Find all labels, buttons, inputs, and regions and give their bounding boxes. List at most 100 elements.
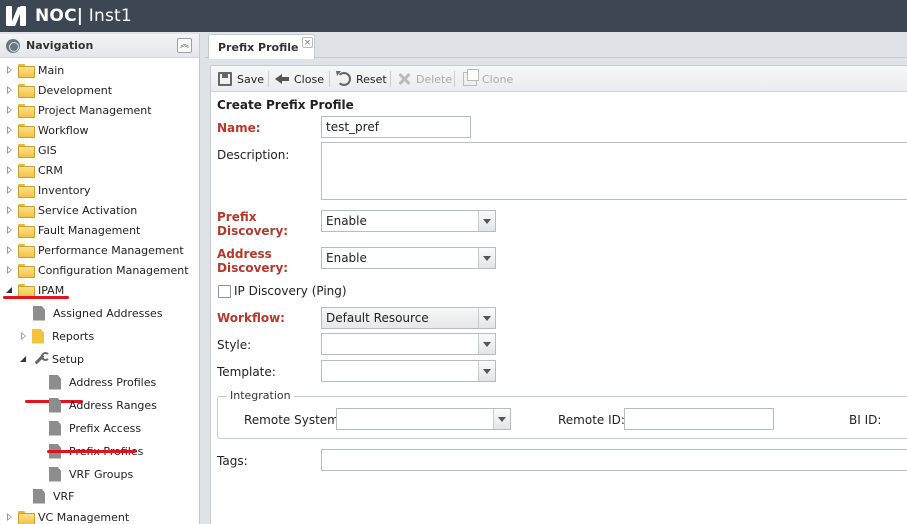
collapse-icon[interactable] [6, 286, 14, 294]
description-textarea[interactable] [321, 142, 907, 200]
nav-item-project-management[interactable]: Project Management [6, 100, 152, 120]
navigation-panel: Navigation ︽ Main Development Project Ma… [0, 34, 200, 524]
close-label: Close [294, 72, 324, 86]
nav-item-performance-management[interactable]: Performance Management [6, 240, 184, 260]
folder-icon [18, 264, 35, 278]
collapse-navigation-button[interactable]: ︽ [177, 38, 192, 53]
remote-id-input[interactable] [624, 408, 774, 430]
nav-item-development[interactable]: Development [6, 80, 112, 100]
template-label: Template: [217, 365, 276, 379]
remote-system-select[interactable] [336, 408, 511, 430]
dropdown-arrow-icon[interactable] [478, 211, 495, 231]
expand-icon[interactable] [6, 206, 14, 214]
clone-button[interactable]: Clone [463, 69, 513, 87]
nav-item-label: Address Profiles [69, 375, 157, 389]
folder-icon [18, 104, 35, 118]
prefix-discovery-label-line1: Prefix [217, 210, 257, 224]
integration-legend: Integration [227, 389, 294, 402]
address-discovery-select[interactable]: Enable [321, 247, 496, 269]
ip-discovery-label: IP Discovery (Ping) [234, 284, 347, 298]
toolbar-separator [329, 71, 330, 87]
expand-icon[interactable] [6, 166, 14, 174]
folder-icon [18, 244, 35, 258]
expand-icon[interactable] [6, 186, 14, 194]
nav-item-label: Prefix Access [69, 421, 142, 435]
nav-item-vc-management[interactable]: VC Management [6, 507, 129, 524]
nav-item-inventory[interactable]: Inventory [6, 180, 91, 200]
expand-icon[interactable] [6, 226, 14, 234]
style-select[interactable] [321, 333, 496, 355]
document-icon [33, 488, 45, 504]
address-discovery-label-line2: Discovery: [217, 261, 289, 275]
nav-item-label: GIS [38, 143, 57, 157]
toolbar-separator [268, 71, 269, 87]
dropdown-arrow-icon[interactable] [478, 308, 495, 328]
nav-item-service-activation[interactable]: Service Activation [6, 200, 137, 220]
nav-item-vrf[interactable]: VRF [33, 486, 75, 506]
nav-item-setup[interactable]: Setup [20, 349, 84, 369]
ip-discovery-checkbox[interactable] [218, 285, 231, 298]
tags-input[interactable] [321, 449, 907, 471]
nav-item-label: Fault Management [38, 223, 141, 237]
nav-item-address-profiles[interactable]: Address Profiles [49, 372, 156, 392]
expand-icon[interactable] [20, 332, 28, 340]
workflow-select[interactable]: Default Resource [321, 307, 496, 329]
description-label: Description: [217, 148, 290, 162]
save-button[interactable]: Save [218, 71, 264, 87]
close-button[interactable]: Close [275, 71, 324, 87]
nav-item-vrf-groups[interactable]: VRF Groups [49, 464, 133, 484]
document-icon [49, 397, 61, 413]
bi-id-label: BI ID: [849, 413, 882, 427]
tab-label: Prefix Profile [218, 41, 299, 54]
form-panel: Save Close Reset Delete Clone Create Pre… [210, 65, 907, 524]
nav-item-crm[interactable]: CRM [6, 160, 63, 180]
dropdown-arrow-icon[interactable] [478, 361, 495, 381]
dropdown-arrow-icon[interactable] [493, 409, 510, 429]
nav-item-label: Workflow [38, 123, 89, 137]
globe-icon [6, 38, 20, 53]
expand-icon[interactable] [6, 106, 14, 114]
expand-icon[interactable] [6, 266, 14, 274]
close-tab-icon[interactable]: × [302, 37, 313, 48]
style-label: Style: [217, 338, 252, 352]
toolbar-separator [454, 71, 455, 87]
nav-item-label: Inventory [38, 183, 91, 197]
document-icon [33, 305, 45, 321]
dropdown-arrow-icon[interactable] [478, 334, 495, 354]
nav-item-label: CRM [38, 163, 63, 177]
nav-item-workflow[interactable]: Workflow [6, 120, 89, 140]
folder-icon [18, 84, 35, 98]
workflow-label: Workflow: [217, 311, 285, 325]
remote-system-label: Remote System: [244, 413, 343, 427]
nav-item-address-ranges[interactable]: Address Ranges [49, 395, 157, 415]
tab-prefix-profile[interactable]: Prefix Profile × [208, 34, 315, 59]
nav-item-label: Setup [52, 352, 85, 366]
expand-icon[interactable] [6, 126, 14, 134]
address-discovery-label-line1: Address [217, 247, 272, 261]
delete-button[interactable]: Delete [397, 71, 452, 87]
folder-icon [18, 64, 35, 78]
template-select[interactable] [321, 360, 496, 382]
save-icon [218, 72, 232, 86]
nav-item-configuration-management[interactable]: Configuration Management [6, 260, 189, 280]
nav-item-fault-management[interactable]: Fault Management [6, 220, 140, 240]
collapse-icon[interactable] [20, 355, 28, 363]
nav-item-prefix-access[interactable]: Prefix Access [49, 418, 141, 438]
back-arrow-icon [275, 72, 289, 86]
form-title: Create Prefix Profile [217, 98, 354, 112]
nav-item-reports[interactable]: Reports [20, 326, 94, 346]
expand-icon[interactable] [6, 513, 14, 521]
expand-icon[interactable] [6, 246, 14, 254]
reset-button[interactable]: Reset [336, 71, 387, 87]
nav-item-assigned-addresses[interactable]: Assigned Addresses [33, 303, 163, 323]
name-input[interactable] [321, 116, 471, 138]
expand-icon[interactable] [6, 86, 14, 94]
expand-icon[interactable] [6, 66, 14, 74]
prefix-discovery-select[interactable]: Enable [321, 210, 496, 232]
nav-item-main[interactable]: Main [6, 60, 64, 80]
expand-icon[interactable] [6, 146, 14, 154]
clone-icon [463, 69, 479, 86]
nav-item-gis[interactable]: GIS [6, 140, 57, 160]
dropdown-arrow-icon[interactable] [478, 248, 495, 268]
name-label: Name: [217, 121, 261, 135]
